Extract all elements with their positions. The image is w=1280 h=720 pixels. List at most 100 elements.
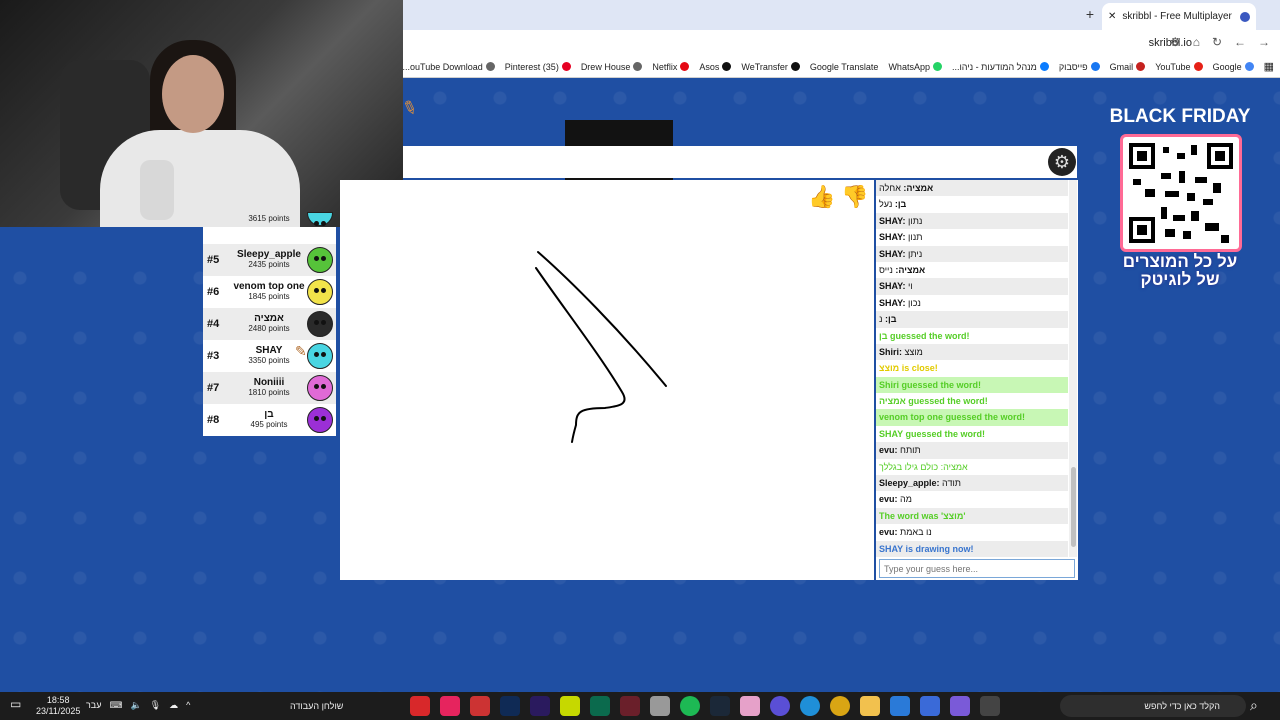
player-row[interactable]: #3 SHAY 3350 points ✎ [203,340,336,372]
edge-icon[interactable] [800,696,820,716]
chat-messages: אמציה: אחלה בן: נעל SHAY: נתון SHAY: תנון SH… [876,180,1068,557]
chat-text: מוצצ [902,346,923,357]
player-row[interactable]: #8 בן 495 points [203,404,336,436]
notification-icon[interactable]: ▭ [10,697,21,711]
gear-icon[interactable]: ⚙ [1048,148,1076,176]
app-icon[interactable] [620,696,640,716]
back-icon[interactable]: ← [1234,35,1246,49]
chrome-icon[interactable] [830,696,850,716]
microphone-icon[interactable]: 🎙 [150,700,161,711]
site-settings-icon[interactable]: ⚙ [1170,35,1181,49]
chat-text: אחלה [879,183,904,193]
chat-text: נעל [879,199,895,210]
player-points: 3615 points [248,213,290,223]
app-icon[interactable] [890,696,910,716]
new-tab-button[interactable]: + [1086,6,1094,22]
apps-grid-icon[interactable]: ▦ [1264,60,1274,73]
chat-username: SHAY: [879,215,906,226]
drawing-canvas[interactable] [340,180,874,580]
black-friday-ad[interactable]: BLACK FRIDAY על כל המוצרים של לוגיטק [1100,100,1260,300]
bookmark-item[interactable]: YouTube [1155,62,1203,72]
player-row[interactable]: #5 Sleepy_apple 2435 points [203,244,336,276]
bookmark-item[interactable]: Google [1213,62,1254,72]
store-icon[interactable] [920,696,940,716]
chat-username: evu: [879,445,898,456]
player-row[interactable]: #7 Noniiii 1810 points [203,372,336,404]
browser-tab[interactable]: ✕ skribbl - Free Multiplayer Draw [1102,3,1256,30]
bookmark-item[interactable]: (35) Pinterest [505,62,571,72]
copilot-icon[interactable] [950,696,970,716]
chat-message: SHAY: ניתן [876,245,1068,262]
cloud-icon[interactable]: ☁ [169,700,178,711]
thumbs-up-icon[interactable]: 👍 [807,184,837,214]
premiere-icon[interactable] [530,696,550,716]
volume-icon[interactable]: 🔈 [130,700,141,711]
app-icon[interactable] [650,696,670,716]
app-icon[interactable] [560,696,580,716]
bookmark-item[interactable]: WhatsApp [888,62,942,72]
bookmark-item[interactable]: Google Translate [810,62,879,72]
chat-message: אמציה: נייס [876,262,1068,278]
bookmark-item[interactable]: ouTube Download... [403,62,495,72]
chat-username: אמציה: [903,183,934,193]
chat-username: Shiri: [879,346,903,357]
chat-text: נתון [905,215,923,226]
bookmark-item[interactable]: Netflix [652,62,690,72]
app-icon[interactable] [410,696,430,716]
player-name: Noniiii [253,377,285,388]
player-row[interactable]: #4 אמציה 2480 points [203,308,336,340]
player-info: Noniiii 1810 points [231,378,307,398]
chat-message: Shiri: מוצצ [876,343,1068,361]
app-icon[interactable] [770,696,790,716]
keyboard-icon[interactable]: ⌨ [109,700,122,711]
bookmark-item[interactable]: פייסבוק [1059,62,1100,72]
bookmark-item[interactable]: Asos [699,62,732,72]
chat-message: SHAY is drawing now! [876,540,1068,557]
avatar [307,407,333,433]
close-icon[interactable]: ✕ [1108,11,1116,22]
chat-text: תודה [939,478,962,489]
chat-message: אמציה: אחלה [876,180,1068,197]
avatar [307,247,333,273]
app-icon[interactable] [590,696,610,716]
home-icon[interactable]: ⌂ [1193,35,1200,49]
player-info: 3615 points [231,214,307,224]
chevron-up-icon[interactable]: ^ [186,700,190,711]
folder-icon[interactable] [860,696,880,716]
chat-text: מה [897,494,912,505]
steam-icon[interactable] [710,696,730,716]
task-view-icon[interactable] [980,696,1000,716]
chat-message: venom top one guessed the word! [876,409,1068,426]
chat-username: SHAY: [879,248,906,259]
chat-message: בן guessed the word! [876,328,1068,344]
guess-input[interactable] [879,559,1075,578]
tiktok-icon[interactable] [440,696,460,716]
bookmark-item[interactable]: Drew House [581,62,643,72]
chat-message: אמציה: כולם גילו בגללך [876,459,1068,475]
desktop-label[interactable]: שולחן העבודה [290,701,343,711]
language-indicator[interactable]: עבר [86,700,101,711]
bookmark-item[interactable]: WeTransfer [741,62,800,72]
bookmark-item[interactable]: Gmail [1110,62,1146,72]
reload-icon[interactable]: ↻ [1212,35,1222,49]
bookmark-item[interactable]: מנהל המודעות - ניהו... [952,62,1049,72]
players-list: 3615 points #5 Sleepy_apple 2435 points #6 ve… [203,211,336,436]
avatar [307,211,333,226]
photoshop-icon[interactable] [500,696,520,716]
ad-subtitle-1: על כל המוצרים [1122,252,1238,271]
thumbs-down-icon[interactable]: 👎 [840,184,870,214]
spotify-icon[interactable] [680,696,700,716]
player-info: בן 495 points [231,410,307,430]
taskbar-clock[interactable]: 18:58 23/11/2025 [36,695,80,717]
chat-scroll-thumb[interactable] [1071,467,1076,547]
search-icon[interactable]: ⌕ [1250,697,1258,714]
chat-message: evu: מה [876,491,1068,507]
app-icon[interactable] [740,696,760,716]
player-row[interactable]: #6 venom top one 1845 points [203,276,336,308]
chat-message: בן: נעל [876,196,1068,212]
player-row[interactable]: 3615 points [203,210,336,227]
nav-controls: ⚙ ⌂ ↻ ← → [1170,35,1270,49]
forward-icon[interactable]: → [1258,35,1270,49]
app-icon[interactable] [470,696,490,716]
taskbar-search[interactable]: הקלד כאן כדי לחפש [1060,695,1246,717]
